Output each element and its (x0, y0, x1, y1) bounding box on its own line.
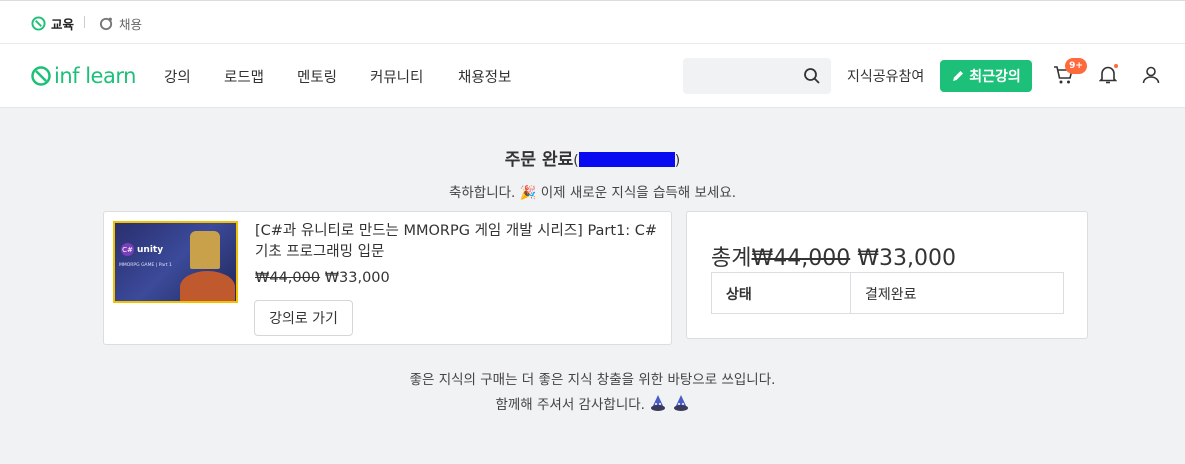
job-tab[interactable]: 채용 (99, 14, 142, 33)
topbar-divider (84, 16, 85, 28)
footer-message-1: 좋은 지식의 구매는 더 좋은 지식 창출을 위한 바탕으로 쓰입니다. (409, 372, 776, 388)
top-bar: 교육 채용 (0, 0, 1185, 44)
pencil-icon (953, 71, 964, 81)
rock-illustration (180, 271, 235, 301)
logo-icon (31, 66, 51, 86)
edu-icon (31, 16, 46, 31)
status-table: 상태 결제완료 (711, 272, 1064, 314)
recent-courses-button[interactable]: 최근강의 (940, 60, 1032, 92)
congrats-message: 축하합니다. 🎉 이제 새로운 지식을 습득해 보세요. (448, 185, 737, 201)
search-input[interactable] (683, 58, 831, 94)
menu-community[interactable]: 커뮤니티 (370, 66, 423, 87)
main-nav: inf learn 강의 로드맵 멘토링 커뮤니티 채용정보 지식공유참여 최근… (0, 44, 1185, 108)
footer-message-2: 함께해 주셔서 감사합니다. (0, 393, 1185, 413)
total-original-price: ₩44,000 (751, 246, 851, 271)
edu-tab[interactable]: 교육 (31, 14, 74, 33)
cart-badge: 9+ (1065, 58, 1087, 74)
page-title: 주문 완료() (504, 150, 681, 170)
menu-jobs[interactable]: 채용정보 (458, 66, 511, 87)
course-sale-price: ₩33,000 (324, 270, 390, 286)
share-knowledge-link[interactable]: 지식공유참여 (847, 66, 924, 86)
search-icon[interactable] (803, 67, 821, 85)
mage-icon (651, 395, 666, 411)
redacted-order-id (578, 152, 675, 167)
recent-courses-label: 최근강의 (969, 69, 1021, 85)
total-label: 총계 (711, 246, 752, 271)
menu-roadmap[interactable]: 로드맵 (224, 66, 264, 87)
menu-courses[interactable]: 강의 (164, 66, 191, 87)
job-tab-label: 채용 (119, 17, 143, 32)
course-original-price: ₩44,000 (255, 270, 321, 286)
course-price: ₩44,000 ₩33,000 (255, 270, 390, 286)
thumb-unity-text: unity (137, 245, 164, 255)
menu-mentoring[interactable]: 멘토링 (297, 66, 337, 87)
course-title[interactable]: [C#과 유니티로 만드는 MMORPG 게임 개발 시리즈] Part1: C… (255, 221, 665, 263)
robot-illustration (190, 231, 220, 269)
top-border (0, 0, 1185, 4)
job-icon (99, 17, 113, 31)
bell-icon[interactable] (1099, 65, 1117, 85)
thumb-subtitle: MMORPG GAME | Part 1 (119, 263, 172, 268)
inflearn-logo[interactable]: inf learn (30, 64, 136, 88)
order-complete-title: 주문 완료 (504, 150, 574, 170)
status-key: 상태 (712, 273, 851, 313)
notification-dot (1114, 64, 1118, 68)
go-to-course-button[interactable]: 강의로 가기 (254, 300, 353, 336)
order-summary-card: 총계₩44,000 ₩33,000 상태 결제완료 (686, 211, 1088, 339)
logo-text: inf learn (54, 64, 136, 88)
status-value: 결제완료 (865, 287, 917, 303)
course-thumbnail[interactable]: C# unity MMORPG GAME | Part 1 (113, 221, 238, 303)
mage-icon-2 (673, 395, 688, 411)
course-card: C# unity MMORPG GAME | Part 1 [C#과 유니티로 … (103, 211, 672, 345)
total-price: ₩33,000 (857, 246, 956, 271)
user-icon[interactable] (1142, 66, 1160, 84)
csharp-icon: C# (121, 243, 134, 256)
edu-tab-label: 교육 (51, 17, 75, 32)
order-total: 총계₩44,000 ₩33,000 (711, 240, 956, 272)
footer-message-2-text: 함께해 주셔서 감사합니다. (495, 397, 645, 413)
